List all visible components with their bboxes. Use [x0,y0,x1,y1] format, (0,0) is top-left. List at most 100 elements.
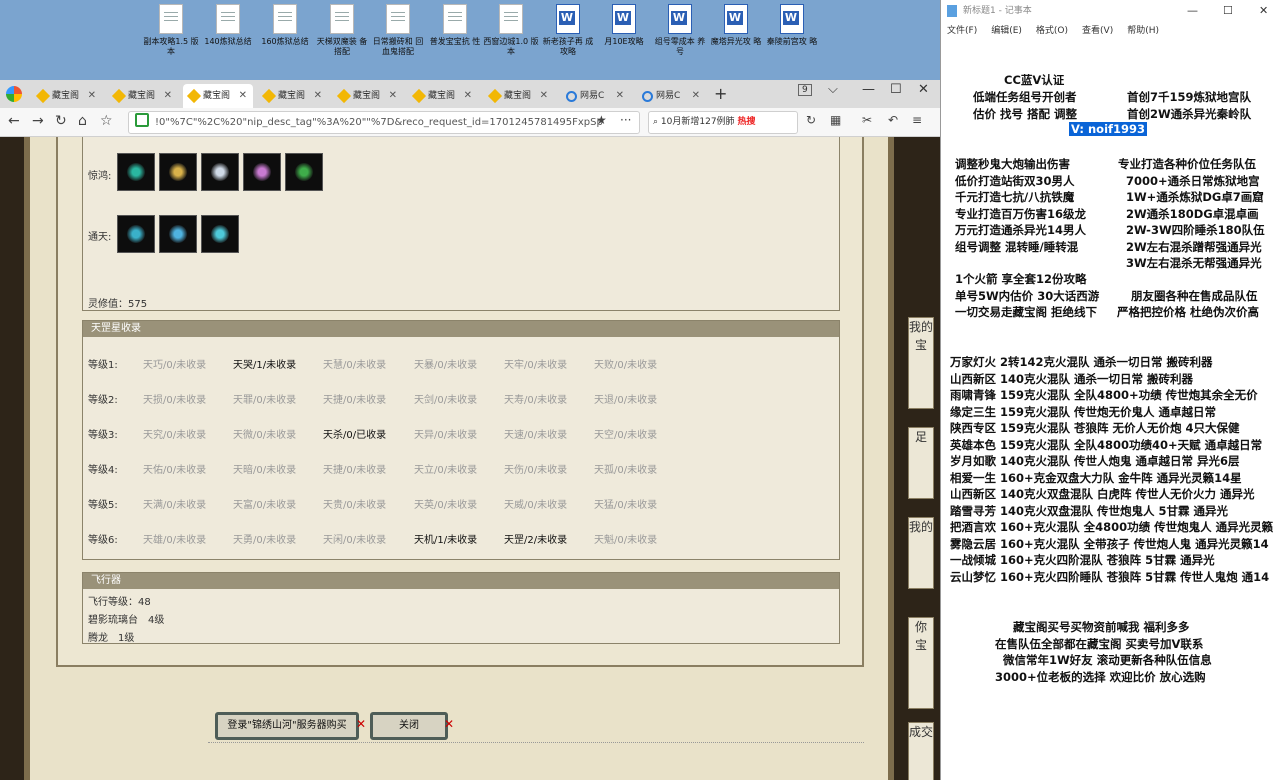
desktop-icon[interactable]: 西窗边城1.0 版本 [483,4,539,57]
desktop-icon[interactable]: 天梯双魔装 备搭配 [314,4,370,57]
browser-tab[interactable]: 藏宝阁 ✕ [484,84,554,108]
minimize-icon[interactable]: — [862,82,875,97]
text-file-icon [499,4,523,34]
notepad-line: 专业打造各种价位任务队伍 [1118,157,1256,171]
browser-logo-icon[interactable] [6,86,22,102]
star-cell: 天贵/0/未收录 [323,500,387,511]
notepad-menu-item[interactable]: 查看(V) [1082,26,1113,36]
browser-tab[interactable]: 藏宝阁 ✕ [408,84,478,108]
browser-tab[interactable]: 藏宝阁 ✕ [258,84,328,108]
tab-favicon-icon [411,88,427,104]
browser-tab[interactable]: 藏宝阁 ✕ [183,84,253,108]
gem-item-icon[interactable] [201,153,239,191]
gem-item-icon[interactable] [159,215,197,253]
tab-close-icon[interactable]: ✕ [540,84,548,108]
more-icon[interactable]: ··· [620,113,631,127]
desktop-icon[interactable]: 秦陵前宫攻 略 [764,4,820,47]
np-minimize-icon[interactable]: — [1187,4,1198,17]
word-doc-icon [612,4,636,34]
grid-icon[interactable]: ▦ [830,113,841,127]
np-maximize-icon[interactable]: ☐ [1223,4,1233,17]
tab-close-icon[interactable]: ✕ [164,84,172,108]
browser-tab[interactable]: 网易C ✕ [636,84,706,108]
text-file-icon [330,4,354,34]
word-doc-icon [668,4,692,34]
gem-item-icon[interactable] [201,215,239,253]
star-cell: 天英/0/未收录 [414,500,478,511]
tab-close-icon[interactable]: ✕ [692,84,700,108]
desktop-icon[interactable]: 副本攻略1.5 版本 [143,4,199,57]
refresh-alt-icon[interactable]: ↻ [806,113,816,127]
desktop-icon-label: 秦陵前宫攻 略 [766,37,818,46]
home-icon[interactable]: ⌂ [78,113,87,129]
bookmark-icon[interactable]: ☆ [100,113,113,129]
notepad-menu-item[interactable]: 编辑(E) [991,26,1022,36]
np-close-icon[interactable]: ✕ [1259,4,1268,17]
gem-item-icon[interactable] [285,153,323,191]
forward-icon[interactable]: → [32,113,44,129]
desktop-icon-label: 新老孩子再 成攻略 [542,37,594,56]
gem-item-icon[interactable] [243,153,281,191]
tab-count-badge[interactable]: 9 [798,84,812,96]
notepad-menu-item[interactable]: 帮助(H) [1127,26,1159,36]
search-text: 10月新增127例肺 [660,117,735,127]
tab-close-icon[interactable]: ✕ [389,84,397,108]
tab-close-icon[interactable]: ✕ [464,84,472,108]
star-cell: 天魁/0/未收录 [594,535,658,546]
new-tab-button[interactable]: + [714,84,727,103]
hot-search-label[interactable]: 热搜 [737,117,755,127]
notepad-line: 万家灯火 2转142克火混队 通杀一切日常 搬砖利器 [950,355,1213,369]
close-button[interactable]: 关闭 [370,712,448,740]
desktop-icon[interactable]: 月10E攻略 [596,4,652,47]
gem-item-icon[interactable] [117,215,155,253]
browser-tab[interactable]: 藏宝阁 ✕ [333,84,403,108]
star-cell: 天巧/0/未收录 [143,360,207,371]
desktop-icon[interactable]: 普发宝宝抗 性 [427,4,483,47]
browser-tab[interactable]: 藏宝阁 ✕ [32,84,102,108]
scissors-icon[interactable]: ✂ [862,113,872,127]
star-cell: 天寿/0/未收录 [504,395,568,406]
tab-close-icon[interactable]: ✕ [239,84,247,108]
undo-icon[interactable]: ↶ [888,113,898,127]
gem-item-icon[interactable] [159,153,197,191]
maximize-icon[interactable]: ☐ [890,82,902,97]
notepad-line: 踏雪寻芳 140克火双盘混队 传世炮鬼人 5甘霖 通异光 [950,503,1229,518]
desktop-icon[interactable]: 魔塔异光攻 略 [708,4,764,47]
word-doc-icon [724,4,748,34]
desktop-icon[interactable]: 160炼狱总结 [257,4,313,47]
desktop-icon[interactable]: 日常搬砖和 回血鬼搭配 [370,4,426,57]
login-server-button[interactable]: 登录"锦绣山河"服务器购买 [215,712,359,740]
notepad-menu-item[interactable]: 格式(O) [1036,26,1068,36]
tab-label: 藏宝阁 [128,91,156,101]
tab-close-icon[interactable]: ✕ [88,84,96,108]
notepad-line: 单号5W内估价 30大话西游 [955,288,1100,303]
desktop-icon[interactable]: 新老孩子再 成攻略 [540,4,596,57]
browser-tab[interactable]: 网易C ✕ [560,84,630,108]
back-icon[interactable]: ← [8,113,20,129]
star-icon[interactable]: ★ [596,113,607,127]
chevron-down-icon[interactable]: ⌵ [828,82,838,97]
level-label: 等级4: [88,465,118,476]
notepad-line: 岁月如歌 140克火混队 传世人炮鬼 通卓越日常 异光6层 [950,454,1240,468]
address-bar[interactable]: !0"%7C"%2C%20"nip_desc_tag"%3A%20""%7D&r… [128,111,640,134]
tab-label: 藏宝阁 [278,91,306,101]
tab-favicon-icon [111,88,127,104]
notepad-line: 1W+通杀炼狱DG卓7画窟 [1126,190,1264,204]
close-icon[interactable]: ✕ [918,82,929,97]
secure-lock-icon [135,113,149,127]
reload-icon[interactable]: ↻ [55,113,67,129]
star-cell: 天微/0/未收录 [233,430,297,441]
browser-tab[interactable]: 藏宝阁 ✕ [108,84,178,108]
tab-close-icon[interactable]: ✕ [314,84,322,108]
search-box[interactable]: ⌕ 10月新增127例肺 热搜 [648,111,798,134]
notepad-menu-item[interactable]: 文件(F) [947,26,977,36]
tab-close-icon[interactable]: ✕ [616,84,624,108]
menu-icon[interactable]: ≡ [912,113,922,127]
desktop-icon[interactable]: 140炼狱总结 [200,4,256,47]
side-panel-4: 你宝 [908,617,934,709]
text-file-icon [216,4,240,34]
gem-item-icon[interactable] [117,153,155,191]
star-cell: 天闲/0/未收录 [323,535,387,546]
notepad-line: 首创2W通杀异光秦岭队 [1127,107,1252,121]
desktop-icon[interactable]: 组号零成本 养号 [652,4,708,57]
